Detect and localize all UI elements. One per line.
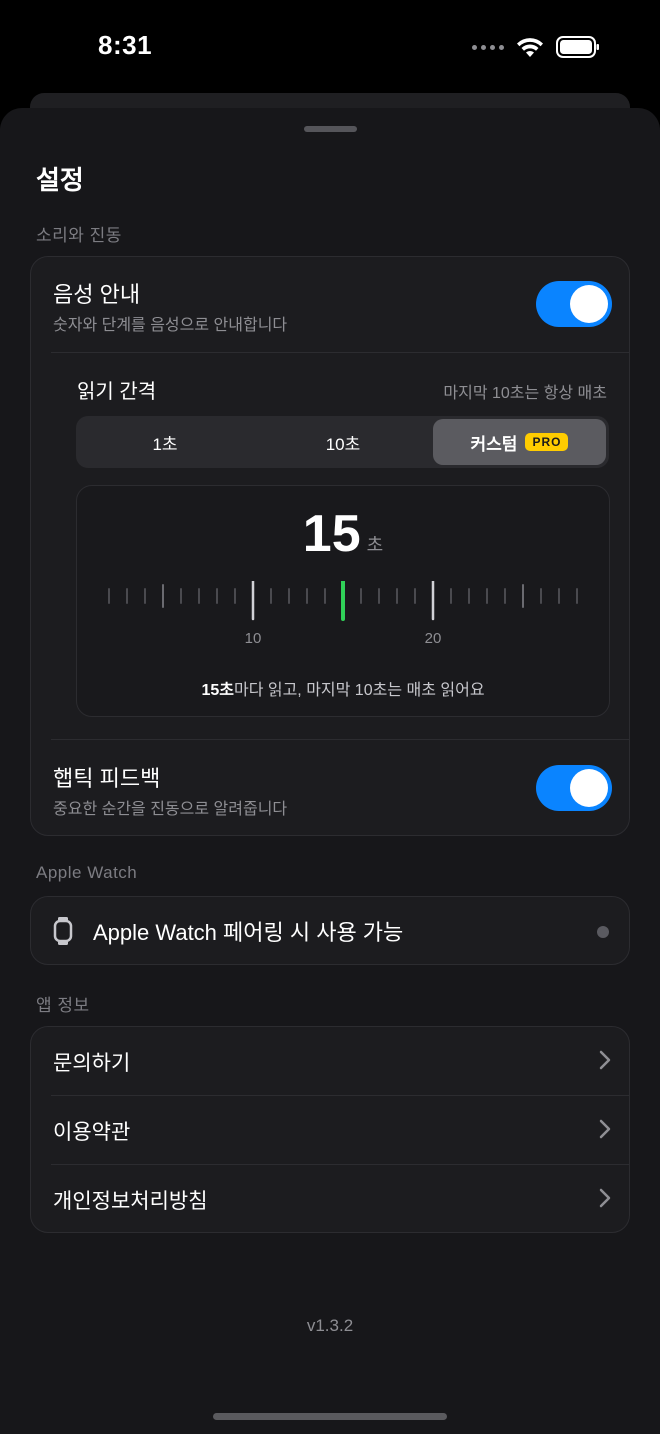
terms-label: 이용약관 [53,1121,131,1144]
interval-ruler-slider[interactable]: 10 20 [77,581,611,651]
interval-note: 마지막 10초는 항상 매초 [443,385,607,402]
picker-value: 15 초 [77,504,609,564]
app-version: v1.3.2 [306,1316,354,1335]
ruler-label-10: 10 [245,630,262,647]
interval-picker: 15 초 10 20 15초마다 읽고, 마지막 10초는 매초 읽어요 [76,485,610,717]
status-icons [472,36,600,58]
interval-title: 읽기 간격 [77,381,157,403]
section-label-app-info: 앱 정보 [36,996,90,1015]
voice-guide-title: 음성 안내 [53,282,141,307]
privacy-label: 개인정보처리방침 [53,1190,208,1213]
divider [51,352,629,353]
wifi-icon [516,37,544,58]
picker-unit: 초 [366,535,384,555]
battery-icon [556,36,600,58]
status-time: 8:31 [98,30,153,60]
watch-icon [53,917,73,950]
chevron-right-icon [599,1188,611,1213]
picker-caption-rest: 마다 읽고, 마지막 10초는 매초 읽어요 [233,682,485,699]
picker-caption-bold: 15초 [201,682,234,699]
section-label-sound: 소리와 진동 [36,226,122,245]
chevron-right-icon [599,1119,611,1144]
haptic-toggle[interactable] [536,765,612,811]
settings-sheet: 설정 소리와 진동 음성 안내 숫자와 단계를 음성으로 안내합니다 읽기 간격… [0,108,660,1434]
segment-custom-label: 커스텀 [470,434,518,454]
page-title: 설정 [36,165,84,195]
voice-guide-toggle[interactable] [536,281,612,327]
chevron-right-icon [599,1050,611,1075]
sheet-grabber[interactable] [304,126,357,132]
ruler-label-20: 20 [425,630,442,647]
interval-segmented-control: 1초 10초 커스텀 PRO [76,416,609,468]
contact-label: 문의하기 [53,1052,131,1075]
watch-row-label: Apple Watch 페어링 시 사용 가능 [93,920,404,945]
picker-number: 15 [302,505,361,563]
watch-status-dot [597,926,609,938]
privacy-row[interactable]: 개인정보처리방침 [31,1165,629,1232]
home-indicator[interactable] [213,1413,447,1420]
voice-guide-subtitle: 숫자와 단계를 음성으로 안내합니다 [53,317,288,334]
haptic-title: 햅틱 피드백 [53,766,161,791]
segment-1s[interactable]: 1초 [76,416,254,468]
picker-caption: 15초마다 읽고, 마지막 10초는 매초 읽어요 [77,676,609,700]
status-bar: 8:31 [0,0,660,95]
section-label-watch: Apple Watch [36,863,138,882]
segment-10s[interactable]: 10초 [254,416,432,468]
signal-icon [472,44,504,50]
contact-row[interactable]: 문의하기 [31,1027,629,1096]
haptic-subtitle: 중요한 순간을 진동으로 알려줍니다 [53,801,288,818]
app-info-card: 문의하기 이용약관 개인정보처리방침 [30,1026,630,1233]
divider [51,739,629,740]
watch-card: Apple Watch 페어링 시 사용 가능 [30,896,630,965]
segment-custom[interactable]: 커스텀 PRO [433,419,606,465]
sound-card: 음성 안내 숫자와 단계를 음성으로 안내합니다 읽기 간격 마지막 10초는 … [30,256,630,836]
pro-badge: PRO [525,433,569,451]
terms-row[interactable]: 이용약관 [31,1096,629,1165]
